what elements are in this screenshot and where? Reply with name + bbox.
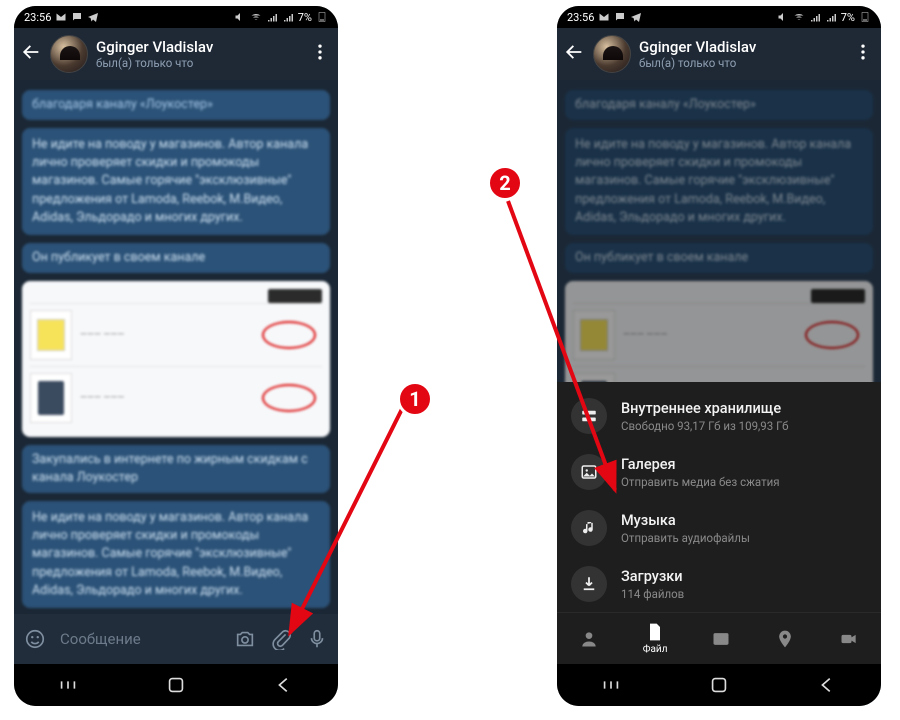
- home-button[interactable]: [165, 674, 187, 696]
- more-button[interactable]: [853, 42, 873, 66]
- message-bubble: благодаря каналу «Лоукостер»: [22, 90, 330, 120]
- chat-header: Gginger Vladislav был(а) только что: [14, 28, 338, 80]
- avatar[interactable]: [50, 35, 88, 73]
- status-bar: 23:56 7%: [14, 6, 338, 28]
- option-downloads[interactable]: Загрузки 114 файлов: [557, 556, 881, 612]
- callout-badge-1: 1: [397, 381, 433, 417]
- signal-icon-2: [282, 11, 294, 23]
- back-button[interactable]: [563, 41, 585, 67]
- signal-icon: [809, 11, 821, 23]
- signal-icon: [266, 11, 278, 23]
- mail-icon: [55, 11, 67, 23]
- tab-gallery[interactable]: [711, 629, 731, 649]
- chat-name: Gginger Vladislav: [639, 38, 845, 56]
- mute-icon: [777, 11, 789, 23]
- option-subtitle: Отправить аудиофайлы: [621, 531, 750, 545]
- chat-header: Gginger Vladislav был(а) только что: [557, 28, 881, 80]
- telegram-icon: [630, 11, 642, 23]
- mute-icon: [234, 11, 246, 23]
- chat-title-block[interactable]: Gginger Vladislav был(а) только что: [639, 38, 845, 70]
- music-icon: [580, 519, 598, 537]
- chat-last-seen: был(а) только что: [639, 56, 845, 70]
- callout-arrow-1: [280, 395, 440, 655]
- battery-icon: [316, 11, 328, 23]
- more-vertical-icon: [853, 42, 873, 62]
- arrow-left-icon: [20, 41, 42, 63]
- message-bubble: Он публикует в своем канале: [22, 243, 330, 273]
- message-bubble: благодаря каналу «Лоукостер»: [565, 90, 873, 120]
- message-input[interactable]: Сообщение: [60, 630, 220, 648]
- signal-icon-2: [825, 11, 837, 23]
- tab-location[interactable]: [775, 629, 795, 649]
- emoji-icon[interactable]: [24, 628, 46, 650]
- recents-button[interactable]: [57, 674, 79, 696]
- recents-button[interactable]: [600, 674, 622, 696]
- chat-title-block[interactable]: Gginger Vladislav был(а) только что: [96, 38, 302, 70]
- home-button[interactable]: [708, 674, 730, 696]
- image-icon: [711, 629, 731, 649]
- callout-arrow-2: [500, 195, 660, 505]
- avatar[interactable]: [593, 35, 631, 73]
- battery-icon: [859, 11, 871, 23]
- file-icon: [645, 622, 665, 642]
- chat-name: Gginger Vladislav: [96, 38, 302, 56]
- option-title: Музыка: [621, 512, 750, 529]
- back-nav-button[interactable]: [273, 674, 295, 696]
- option-title: Загрузки: [621, 568, 684, 585]
- callout-badge-2: 2: [487, 165, 523, 201]
- telegram-icon: [87, 11, 99, 23]
- arrow-left-icon: [563, 41, 585, 63]
- wifi-icon: [250, 11, 262, 23]
- chat-icon: [71, 11, 83, 23]
- mail-icon: [598, 11, 610, 23]
- message-bubble: Не идите на поводу у магазинов. Автор ка…: [22, 128, 330, 235]
- tab-file[interactable]: Файл: [643, 622, 668, 655]
- camera-icon[interactable]: [234, 628, 256, 650]
- person-icon: [579, 629, 599, 649]
- battery-text: 7%: [841, 11, 855, 24]
- back-button[interactable]: [20, 41, 42, 67]
- tab-contact[interactable]: [579, 629, 599, 649]
- download-icon: [580, 575, 598, 593]
- more-vertical-icon: [310, 42, 330, 62]
- back-nav-button[interactable]: [816, 674, 838, 696]
- option-music[interactable]: Музыка Отправить аудиофайлы: [557, 500, 881, 556]
- tab-camera[interactable]: [839, 629, 859, 649]
- location-icon: [775, 629, 795, 649]
- wifi-icon: [793, 11, 805, 23]
- android-nav-bar: [14, 664, 338, 706]
- chat-icon: [614, 11, 626, 23]
- video-icon: [839, 629, 859, 649]
- status-bar: 23:56 7%: [557, 6, 881, 28]
- option-subtitle: 114 файлов: [621, 587, 684, 601]
- battery-text: 7%: [298, 11, 312, 24]
- attach-tabbar: Файл: [557, 612, 881, 664]
- android-nav-bar: [557, 664, 881, 706]
- chat-last-seen: был(а) только что: [96, 56, 302, 70]
- more-button[interactable]: [310, 42, 330, 66]
- status-time: 23:56: [567, 11, 594, 24]
- status-time: 23:56: [24, 11, 51, 24]
